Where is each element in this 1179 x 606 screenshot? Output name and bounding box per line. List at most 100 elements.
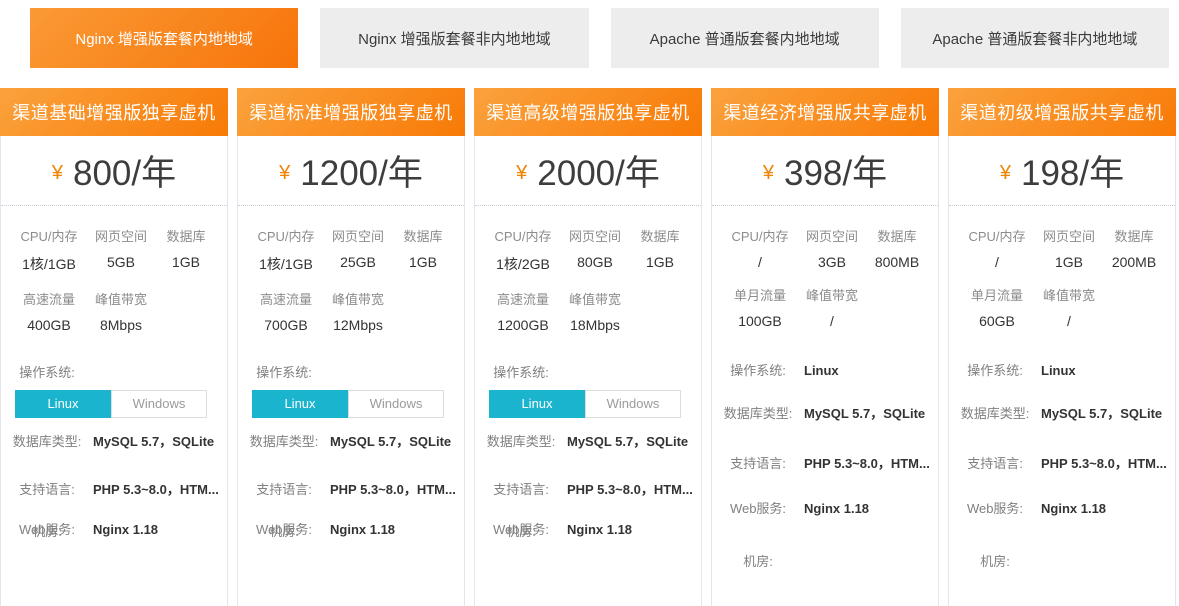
price-value: 198/年 [1021,145,1124,196]
detail-label: 支持语言: [9,481,85,500]
spec-grid: CPU/内存/ 网页空间3GB 数据库800MB 单月流量100GB 峰值带宽/ [712,206,938,346]
spec-label: 网页空间 [95,226,147,245]
spec-value: 100GB [734,313,786,329]
os-option-windows[interactable]: Windows [348,390,444,418]
plan-title: 渠道标准增强版独享虚机 [237,88,465,136]
yen-symbol: ¥ [52,162,63,185]
spec-value: 800MB [875,254,919,270]
spec-label: CPU/内存 [494,226,551,245]
detail-label: 数据库类型: [246,433,322,452]
os-option-windows[interactable]: Windows [585,390,681,418]
detail-label: 机房: [9,523,85,542]
os-label: 操作系统: [9,364,85,383]
spec-value: 1GB [403,254,442,270]
plan-card-body: ¥ 398/年 CPU/内存/ 网页空间3GB 数据库800MB 单月流量100… [711,136,939,606]
os-toggle: Linux Windows [489,390,701,418]
os-option-linux[interactable]: Linux [15,390,111,418]
plans-row: 渠道基础增强版独享虚机 ¥ 800/年 CPU/内存1核/1GB 网页空间5GB… [0,88,1179,606]
spec-grid: CPU/内存1核/2GB 网页空间80GB 数据库1GB 高速流量1200GB … [475,206,701,350]
yen-symbol: ¥ [279,162,290,185]
detail-value: MySQL 5.7，SQLite [796,405,930,424]
detail-value: PHP 5.3~8.0，HTM... [322,481,456,500]
plan-title: 渠道经济增强版共享虚机 [711,88,939,136]
spec-value: 12Mbps [332,317,384,333]
detail-value: Nginx 1.18 [85,521,219,540]
detail-label: Web服务: [720,500,796,519]
detail-value: PHP 5.3~8.0，HTM... [1033,455,1167,474]
detail-label: 支持语言: [957,455,1033,474]
spec-label: 数据库 [1112,226,1156,245]
spec-value: 1GB [640,254,679,270]
spec-label: 网页空间 [332,226,384,245]
yen-symbol: ¥ [1000,162,1011,185]
tab-apache-standard-mainland[interactable]: Apache 普通版套餐内地地域 [611,8,879,68]
detail-label: 机房: [246,523,322,542]
price-value: 398/年 [784,145,887,196]
spec-value: 700GB [260,317,312,333]
plan-price: ¥ 800/年 [1,136,227,206]
os-label: 操作系统: [957,362,1033,381]
os-option-linux[interactable]: Linux [252,390,348,418]
plan-card-body: ¥ 2000/年 CPU/内存1核/2GB 网页空间80GB 数据库1GB 高速… [474,136,702,606]
spec-value: 5GB [95,254,147,270]
detail-label: 机房: [720,553,796,572]
detail-label: 数据库类型: [720,405,796,424]
tab-nginx-enhanced-mainland[interactable]: Nginx 增强版套餐内地地域 [30,8,298,68]
os-option-linux[interactable]: Linux [489,390,585,418]
spec-label: 高速流量 [23,289,75,308]
plan-card: 渠道高级增强版独享虚机 ¥ 2000/年 CPU/内存 1核/2GB 网页空间 80… [474,88,702,606]
yen-symbol: ¥ [516,162,527,185]
detail-value: PHP 5.3~8.0，HTM... [85,481,219,500]
plan-title: 渠道高级增强版独享虚机 [474,88,702,136]
spec-value: 1核/1GB [257,254,314,274]
spec-grid: CPU/内存/ 网页空间1GB 数据库200MB 单月流量60GB 峰值带宽/ [949,206,1175,346]
tab-nginx-enhanced-overseas[interactable]: Nginx 增强版套餐非内地地域 [320,8,588,68]
os-value: Linux [1033,362,1167,381]
spec-label: 数据库 [875,226,919,245]
detail-label: 支持语言: [483,481,559,500]
spec-value: 80GB [569,254,621,270]
spec-label: 高速流量 [497,289,549,308]
detail-value: MySQL 5.7，SQLite [1033,405,1167,424]
plan-price: ¥ 398/年 [712,136,938,206]
spec-label: CPU/内存 [968,226,1025,245]
spec-value: 1核/1GB [20,254,77,274]
detail-label: 数据库类型: [957,405,1033,424]
tab-apache-standard-overseas[interactable]: Apache 普通版套餐非内地地域 [901,8,1169,68]
package-tabs: Nginx 增强版套餐内地地域 Nginx 增强版套餐非内地地域 Apache … [0,0,1179,68]
detail-value: PHP 5.3~8.0，HTM... [796,455,930,474]
plan-price: ¥ 2000/年 [475,136,701,206]
spec-value: / [968,254,1025,270]
plan-price: ¥ 1200/年 [238,136,464,206]
detail-value: MySQL 5.7，SQLite [559,433,693,452]
spec-value: 1核/2GB [494,254,551,274]
detail-label: Web服务: [957,500,1033,519]
detail-label: 机房: [957,553,1033,572]
os-option-windows[interactable]: Windows [111,390,207,418]
plan-card-body: ¥ 800/年 CPU/内存1核/1GB 网页空间5GB 数据库1GB 高速流量… [0,136,228,606]
spec-grid: CPU/内存1核/1GB 网页空间5GB 数据库1GB 高速流量400GB 峰值… [1,206,227,350]
detail-value: Nginx 1.18 [322,521,456,540]
price-value: 2000/年 [537,145,660,196]
detail-label: 数据库类型: [483,433,559,452]
spec-value: 1200GB [497,317,549,333]
detail-value: PHP 5.3~8.0，HTM... [559,481,693,500]
spec-value: 60GB [971,313,1023,329]
os-label: 操作系统: [483,364,559,383]
spec-label: 峰值带宽 [332,289,384,308]
spec-label: 网页空间 [569,226,621,245]
spec-label: 峰值带宽 [806,285,858,304]
spec-value: 3GB [806,254,858,270]
spec-label: 峰值带宽 [1043,285,1095,304]
os-toggle: Linux Windows [15,390,227,418]
spec-label: CPU/内存 [731,226,788,245]
yen-symbol: ¥ [763,162,774,185]
detail-label: 支持语言: [720,455,796,474]
spec-label: 单月流量 [734,285,786,304]
spec-value: / [806,313,858,329]
os-label: 操作系统: [246,364,322,383]
spec-label: CPU/内存 [257,226,314,245]
spec-value: / [731,254,788,270]
detail-value: Nginx 1.18 [796,500,930,519]
price-value: 800/年 [73,145,176,196]
